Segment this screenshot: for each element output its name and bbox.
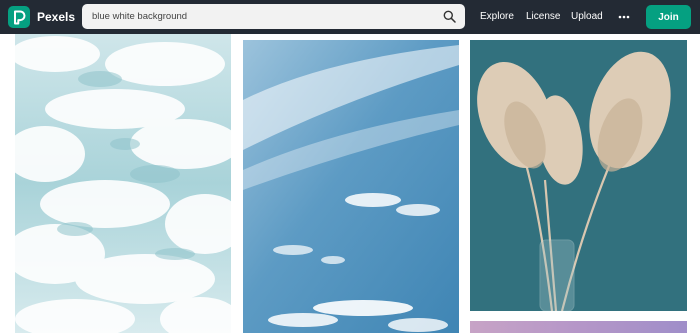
photo-pampas-grass-vase[interactable] bbox=[470, 40, 687, 311]
photo-pink-sky[interactable] bbox=[470, 321, 687, 333]
nav-link-license[interactable]: License bbox=[526, 11, 560, 23]
search-input[interactable] bbox=[82, 4, 432, 29]
search-icon[interactable] bbox=[443, 10, 456, 23]
top-navbar: Pexels Explore License Upload Join bbox=[0, 0, 700, 34]
more-horizontal-icon[interactable] bbox=[617, 12, 631, 22]
nav-link-explore[interactable]: Explore bbox=[480, 11, 514, 23]
nav-link-upload[interactable]: Upload bbox=[571, 11, 603, 23]
photo-ocean-foam[interactable] bbox=[15, 34, 231, 333]
pexels-logo-icon[interactable] bbox=[8, 6, 30, 28]
brand-name[interactable]: Pexels bbox=[37, 10, 75, 24]
search-bar bbox=[82, 4, 465, 29]
photo-blue-sky-clouds[interactable] bbox=[243, 40, 459, 333]
join-button[interactable]: Join bbox=[646, 5, 691, 29]
